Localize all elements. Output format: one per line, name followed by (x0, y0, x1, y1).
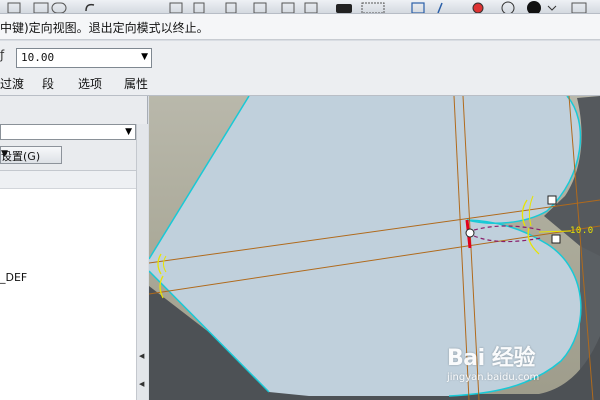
panel-scrollbar[interactable]: ◀ ◀ (136, 124, 148, 400)
toolbar-icon-2 (33, 2, 49, 13)
toolbar-icon-5 (169, 2, 183, 13)
main-toolbar (0, 0, 600, 14)
dropdown-arrow-icon (547, 5, 557, 11)
scroll-left-icon: ◀ (139, 352, 145, 360)
pencil-icon (437, 2, 443, 13)
chevron-down-icon: ▼ (125, 127, 132, 137)
tab-transition[interactable]: 过渡 (0, 75, 24, 92)
watermark: Bai 经验 jingyan.baidu.com (447, 340, 539, 383)
tab-properties[interactable]: 属性 (124, 75, 148, 92)
toolbar-icon-7 (225, 2, 237, 13)
chevron-down-icon: ▼ (141, 52, 148, 62)
sketch-icon (411, 2, 425, 13)
watermark-logo: Bai 经验 (447, 346, 535, 371)
dimension-value-select[interactable]: 10.00 ▼ (16, 48, 152, 68)
tab-options[interactable]: 选项 (78, 75, 102, 92)
app-window: 中键)定向视图。退出定向模式以终止。 ƒ 10.00 ▼ 过渡 段 选项 属性 … (0, 0, 600, 400)
square-handle-mid (551, 234, 561, 244)
toolbar-icon-10 (304, 2, 318, 13)
dimension-value: 10.00 (21, 51, 55, 64)
toolbar-icon-last (571, 2, 587, 13)
chevron-down-icon: ▼ (1, 149, 8, 159)
tab-segment[interactable]: 段 (42, 75, 54, 92)
settings-button[interactable]: 设置(G) ▼ (0, 146, 62, 164)
toolbar-icon-9 (281, 2, 295, 13)
message-bar: 中键)定向视图。退出定向模式以终止。 (0, 14, 600, 40)
toolbar-icon-8 (253, 2, 267, 13)
toolbar-icon-3 (51, 2, 67, 13)
list-item[interactable]: _DEF (0, 271, 27, 284)
left-panel: ▼ 设置(G) ▼ _DEF ◀ ◀ (0, 96, 148, 400)
dashboard-tabs: 过渡 段 选项 属性 (0, 69, 600, 96)
dimension-text[interactable]: 10.0 (570, 226, 594, 236)
watermark-url: jingyan.baidu.com (447, 372, 540, 383)
binoculars-icon (336, 4, 352, 13)
toolbar-icon-1 (7, 2, 21, 13)
message-text: 中键)定向视图。退出定向模式以终止。 (0, 21, 209, 35)
panel-dropdown[interactable]: ▼ (0, 124, 136, 140)
undo-icon (85, 3, 95, 12)
appearance-icon (501, 1, 515, 13)
toolbar-icons (7, 1, 587, 13)
color-icon (472, 2, 484, 13)
zoom-window-icon (361, 2, 385, 13)
vertex-marker (465, 228, 475, 238)
shade-icon (527, 1, 541, 13)
scroll-left-icon: ◀ (139, 380, 145, 388)
set-list[interactable]: _DEF (0, 170, 136, 400)
square-handle-top (547, 195, 557, 205)
toolbar-icon-6 (193, 2, 205, 13)
list-header (0, 171, 136, 189)
dimension-label-fragment: ƒ (0, 48, 5, 62)
